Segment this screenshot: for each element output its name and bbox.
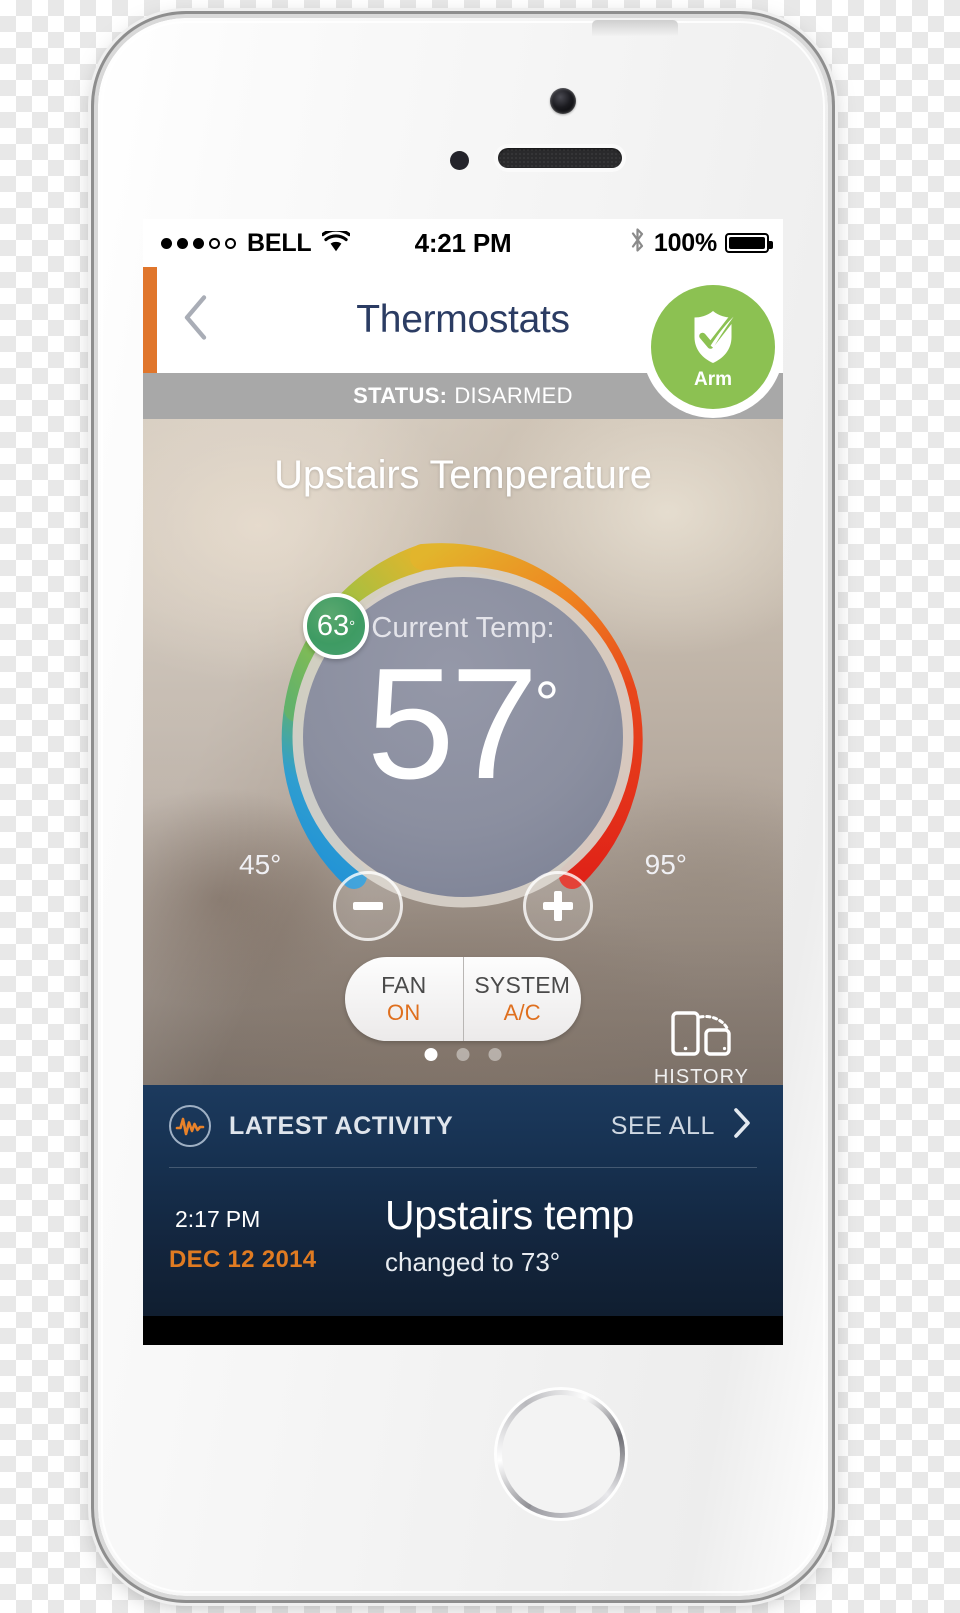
phone-screen: BELL 4:21 PM 100% Thermostats Arm STATUS… xyxy=(143,219,783,1345)
front-camera xyxy=(550,88,576,114)
list-item[interactable]: 2:17 PM DEC 12 2014 Upstairs temp changed… xyxy=(143,1168,783,1308)
system-label: SYSTEM xyxy=(474,972,571,998)
system-button[interactable]: SYSTEM A/C xyxy=(462,957,582,1041)
activity-date: DEC 12 2014 xyxy=(169,1246,317,1273)
system-value: A/C xyxy=(503,1000,541,1025)
fan-label: FAN xyxy=(381,972,427,998)
latest-activity-title: LATEST ACTIVITY xyxy=(229,1111,454,1140)
latest-activity-panel: LATEST ACTIVITY SEE ALL 2:17 PM DEC 12 2… xyxy=(143,1085,783,1317)
fan-button[interactable]: FAN ON xyxy=(345,957,463,1041)
status-value: DISARMED xyxy=(454,383,573,408)
power-button[interactable] xyxy=(592,20,678,36)
page-dot-3[interactable] xyxy=(488,1048,502,1061)
temperature-dial[interactable] xyxy=(253,527,673,952)
activity-time: 2:17 PM xyxy=(175,1206,261,1232)
thermostat-name: Upstairs Temperature xyxy=(274,453,652,497)
activity-timestamp: 2:17 PM DEC 12 2014 xyxy=(169,1192,359,1278)
status-bar-right: 100% xyxy=(629,227,773,260)
earpiece-speaker xyxy=(498,148,622,168)
bluetooth-icon xyxy=(629,227,646,260)
battery-percent: 100% xyxy=(653,228,717,257)
device-rotate-icon xyxy=(670,1011,732,1062)
decrease-temp-button[interactable] xyxy=(333,871,403,941)
chevron-right-icon xyxy=(731,1106,753,1147)
minus-icon xyxy=(353,902,383,910)
ios-status-bar: BELL 4:21 PM 100% xyxy=(143,219,783,267)
page-dot-2[interactable] xyxy=(456,1048,470,1061)
proximity-sensor xyxy=(450,151,469,170)
home-button[interactable] xyxy=(497,1390,625,1518)
status-label: STATUS: xyxy=(353,383,448,408)
activity-content: Upstairs temp changed to 73° xyxy=(385,1192,634,1278)
page-dot-1[interactable] xyxy=(424,1048,438,1061)
activity-headline: Upstairs temp xyxy=(385,1192,635,1238)
history-label: HISTORY xyxy=(653,1066,749,1085)
nav-bar: Thermostats Arm xyxy=(143,267,783,409)
see-all-button[interactable]: SEE ALL xyxy=(611,1106,753,1147)
see-all-label: SEE ALL xyxy=(610,1111,715,1140)
history-button[interactable]: HISTORY xyxy=(654,1011,749,1085)
activity-detail: changed to 73° xyxy=(385,1247,561,1278)
activity-pulse-icon xyxy=(169,1105,211,1147)
thermostat-panel: Upstairs Temperature Current Temp: 57° 4… xyxy=(143,419,783,1085)
screenshot-stage: BELL 4:21 PM 100% Thermostats Arm STATUS… xyxy=(0,0,960,1613)
fan-value: ON xyxy=(387,1000,421,1025)
increase-temp-button[interactable] xyxy=(523,871,593,941)
setpoint-value: 63 xyxy=(316,609,350,642)
arm-button[interactable]: Arm xyxy=(651,285,775,409)
setpoint-handle[interactable]: 63 ° xyxy=(303,593,369,659)
shield-check-icon xyxy=(680,304,746,375)
mode-controls: FAN ON SYSTEM A/C xyxy=(345,957,581,1041)
latest-activity-header: LATEST ACTIVITY SEE ALL xyxy=(143,1085,783,1167)
battery-icon xyxy=(725,233,773,253)
page-indicator[interactable] xyxy=(424,1048,502,1061)
arm-button-label: Arm xyxy=(693,368,732,390)
